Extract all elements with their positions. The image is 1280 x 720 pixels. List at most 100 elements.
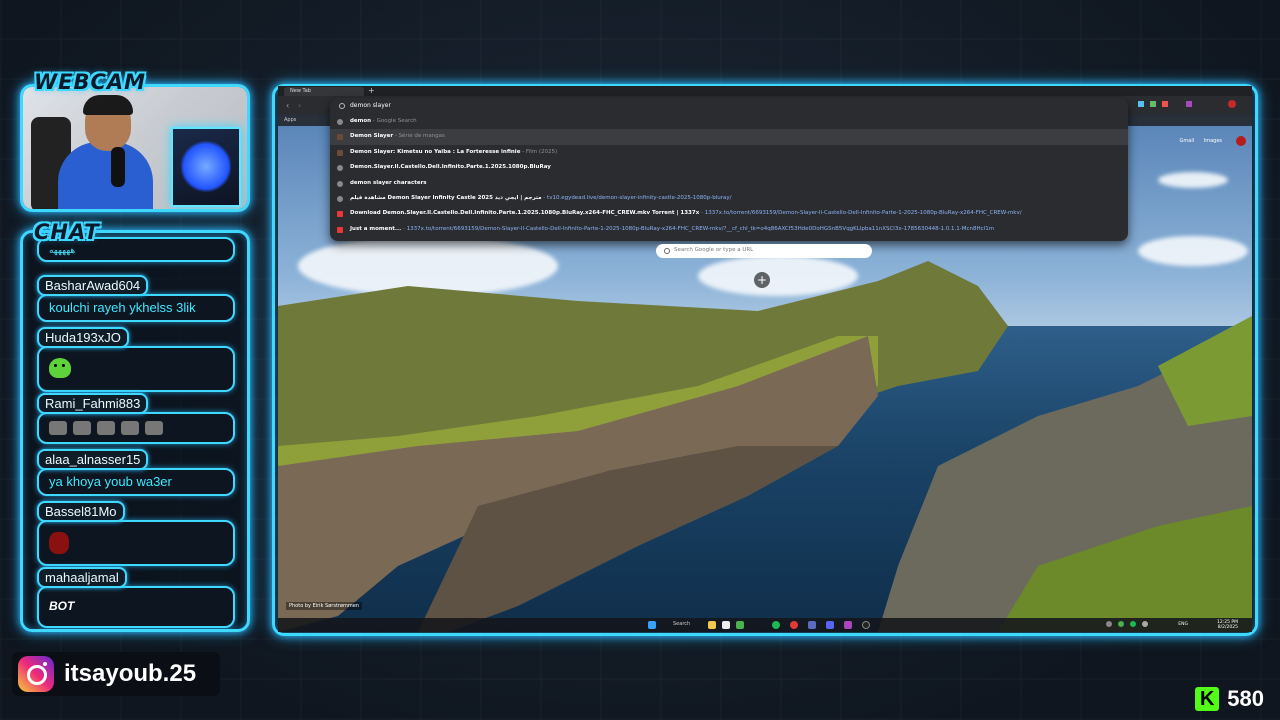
screen-capture: New Tab + ‹ › Apps demon slayer demon - … [278,86,1252,632]
thumbnail-icon [337,134,343,141]
images-link[interactable]: Images [1204,138,1222,144]
back-icon[interactable]: ‹ [286,101,289,110]
suggestion-subtitle: - Google Search [371,118,417,124]
spotify-icon[interactable] [772,621,780,629]
kick-icon: K [1195,687,1220,711]
tray-icon[interactable] [1142,621,1148,627]
chat-message-body [37,412,235,444]
omnibox-suggestion[interactable]: Demon Slayer: Kimetsu no Yaiba : La Fort… [330,145,1128,160]
suggestion-title: Demon Slayer: Kimetsu no Yaiba : La Fort… [350,148,521,155]
taskbar-clock[interactable]: 12:25 PM 8/2/2025 [1217,620,1238,630]
app-icon[interactable] [808,621,816,629]
chat-message-body [37,520,235,566]
chat-username[interactable]: BasharAwad604 [37,275,149,296]
chat-message-body: BOT [37,586,235,628]
viewer-counter: K 580 [1195,686,1264,712]
streamer-body [58,142,153,209]
red-emote-icon [49,532,69,554]
taskbar-search[interactable]: Search [673,621,690,627]
search-icon [337,165,343,172]
omnibox-suggestion[interactable]: Demon.Slayer.Il.Castello.Dell.Infinito.P… [330,160,1128,175]
suggestion-subtitle: - Film (2025) [520,148,558,155]
chat-message-text: ya khoya youb wa3er [37,468,235,496]
profile-avatar[interactable] [1228,100,1236,108]
suggestion-url: 1337x.to/torrent/6693159/Demon-Slayer-Il… [704,210,1022,217]
new-tab-button[interactable]: + [368,86,375,95]
suggestion-url: 1337x.to/torrent/6693159/Demon-Slayer-Il… [406,225,995,232]
suggestion-title: demon slayer characters [350,179,427,186]
omnibox-suggestion[interactable]: Demon Slayer - Série de mangas [330,129,1128,145]
suggestion-url: tv10.egydead.live/demon-slayer-infinity-… [547,194,732,201]
bot-badge: BOT [49,599,75,613]
chat-message: alaa_alnasser15 ya khoya youb wa3er [37,449,235,496]
tray-icon[interactable] [1118,621,1124,627]
chat-message: Rami_Fahmi883 [37,393,235,444]
tray-icon[interactable] [1106,621,1112,627]
chat-message: mahaaljamal BOT [37,567,235,628]
chat-username[interactable]: Rami_Fahmi883 [37,393,149,414]
browser-tab-bar: New Tab + [278,86,1252,96]
emote-icon [97,421,115,435]
add-shortcut-button[interactable]: + [754,272,770,288]
google-account-avatar[interactable] [1236,136,1246,146]
omnibox-suggestion[interactable]: Just a moment... - 1337x.to/torrent/6693… [330,222,1128,237]
extension-icon[interactable] [1186,101,1192,107]
newtab-search-box[interactable]: Search Google or type a URL [656,244,872,258]
extension-icon[interactable] [1138,101,1144,107]
tray-icon[interactable] [1130,621,1136,627]
app-icon[interactable] [736,621,744,629]
thumbnail-icon [337,149,343,156]
omnibox-suggestion[interactable]: demon slayer characters [330,176,1128,191]
omnibox-input[interactable]: demon slayer [330,98,1128,114]
photo-credit[interactable]: Photo by Eirik Sørstrømmen [286,602,363,610]
viewer-count: 580 [1227,686,1264,711]
instagram-handle: itsayoub.25 [64,660,197,687]
omnibox-suggestion[interactable]: مشاهدة فيلم Demon Slayer Infinity Castle… [330,191,1128,206]
chat-username[interactable]: mahaaljamal [37,567,127,588]
windows-start-icon[interactable] [648,621,656,629]
suggestion-title: Just a moment... [350,225,402,232]
microphone [111,147,125,187]
app-icon[interactable] [844,621,852,629]
extension-icon[interactable] [1162,101,1168,107]
emote-icon [145,421,163,435]
chat-username[interactable]: Huda193xJO [37,327,129,348]
chat-panel: هههههه BasharAwad604 koulchi rayeh ykhel… [20,230,250,632]
x-icon [337,211,343,218]
browser-tab[interactable]: New Tab [284,87,364,96]
omnibox-dropdown: demon slayer demon - Google Search Demon … [330,98,1128,241]
emote-icon [49,421,67,435]
app-icon[interactable] [722,621,730,629]
gmail-link[interactable]: Gmail [1180,138,1195,144]
obs-icon[interactable] [862,621,870,629]
google-top-links: Gmail Images [1180,138,1222,144]
chat-message-text: koulchi rayeh ykhelss 3lik [37,294,235,322]
file-explorer-icon[interactable] [708,621,716,629]
chat-message: Huda193xJO [37,327,235,392]
globe-icon [337,195,343,202]
chrome-icon[interactable] [790,621,798,629]
instagram-badge: itsayoub.25 [12,652,220,696]
emote-icon [73,421,91,435]
chat-username[interactable]: Bassel81Mo [37,501,125,522]
chat-username[interactable]: alaa_alnasser15 [37,449,149,470]
search-icon [337,119,343,125]
suggestion-subtitle: - Série de mangas [393,133,445,140]
omnibox-suggestion[interactable]: Download Demon.Slayer.Il.Castello.Dell.I… [330,206,1128,221]
chat-message-body [37,346,235,392]
x-icon [337,226,343,233]
omnibox-suggestion[interactable]: demon - Google Search [330,114,1128,129]
discord-icon[interactable] [826,621,834,629]
forward-icon[interactable]: › [298,101,301,110]
suggestion-title: Demon Slayer [350,133,394,140]
webcam-title: WEBCAM [34,70,147,94]
bookmark-apps[interactable]: Apps [284,117,296,123]
extension-icon[interactable] [1150,101,1156,107]
language-indicator[interactable]: ENG [1178,622,1188,627]
search-icon [337,180,343,187]
suggestion-title: Demon.Slayer.Il.Castello.Dell.Infinito.P… [350,164,551,171]
chat-title: CHAT [34,220,100,244]
chat-message: Bassel81Mo [37,501,235,566]
clock-date: 8/2/2025 [1217,625,1238,630]
green-blob-emote-icon [49,358,71,378]
